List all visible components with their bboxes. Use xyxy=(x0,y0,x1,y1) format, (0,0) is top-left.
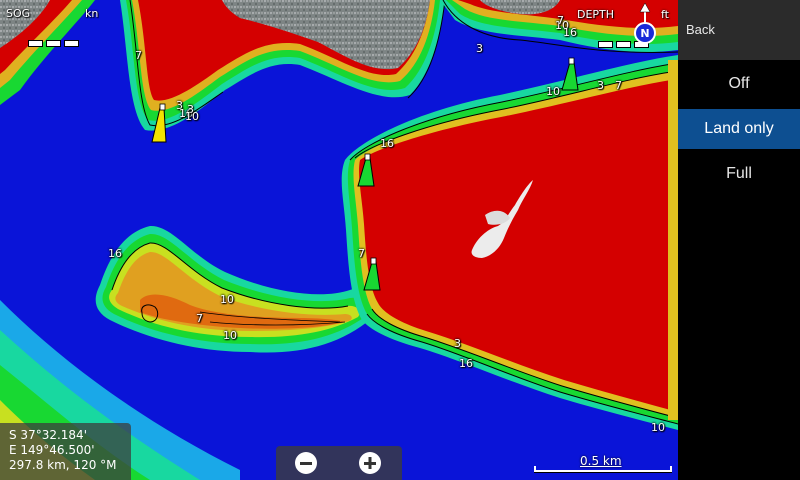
depth-label: 7 xyxy=(135,49,142,62)
option-off[interactable]: Off xyxy=(678,64,800,104)
depth-label: 16 xyxy=(380,137,394,150)
scale-bar-line xyxy=(534,466,672,472)
option-full[interactable]: Full xyxy=(678,154,800,194)
depth-label: 16 xyxy=(563,26,577,39)
sog-label: SOG xyxy=(6,7,31,20)
depth-label: 16 xyxy=(459,357,473,370)
depth-label: 7 xyxy=(615,79,622,92)
sog-unit: kn xyxy=(85,7,99,20)
depth-label: 10 xyxy=(220,293,234,306)
range-bearing: 297.8 km, 120 °M xyxy=(9,458,117,472)
depth-label: 3 xyxy=(597,79,604,92)
depth-label: 3 xyxy=(454,337,461,350)
overlay-menu: Back Off Land only Full xyxy=(678,0,800,480)
back-button[interactable]: Back xyxy=(678,0,800,60)
zoom-out-button[interactable] xyxy=(295,452,317,474)
zoom-in-button[interactable] xyxy=(359,452,381,474)
depth-label: 10 xyxy=(546,85,560,98)
depth-unit: ft xyxy=(661,8,669,21)
chart-map[interactable]: 7 3 16 3 10 3 7 10 16 7 3 10 16 16 7 10 … xyxy=(0,0,678,480)
depth-label: 7 xyxy=(557,14,564,27)
depth-label: 10 xyxy=(651,421,665,434)
option-land-only[interactable]: Land only xyxy=(678,109,800,149)
depth-label: 7 xyxy=(358,247,365,260)
depth-label: 10 xyxy=(185,110,199,123)
scale-bar: 0.5 km xyxy=(532,454,672,474)
depth-label: 16 xyxy=(108,247,122,260)
north-letter: N xyxy=(640,27,650,40)
depth-label: 3 xyxy=(476,42,483,55)
sog-value-dashes xyxy=(28,40,79,47)
north-indicator[interactable]: N xyxy=(632,2,658,46)
chart-canvas[interactable] xyxy=(0,0,678,480)
depth-label: 10 xyxy=(223,329,237,342)
plus-icon xyxy=(364,457,376,469)
right-coast-strip xyxy=(668,60,678,420)
position-readout: S 37°32.184' E 149°46.500' 297.8 km, 120… xyxy=(0,423,131,480)
depth-label: 7 xyxy=(196,312,203,325)
depth-label-hud: DEPTH xyxy=(577,8,615,21)
longitude: E 149°46.500' xyxy=(9,443,95,457)
latitude: S 37°32.184' xyxy=(9,428,87,442)
zoom-controls xyxy=(276,446,402,480)
minus-icon xyxy=(300,462,312,465)
